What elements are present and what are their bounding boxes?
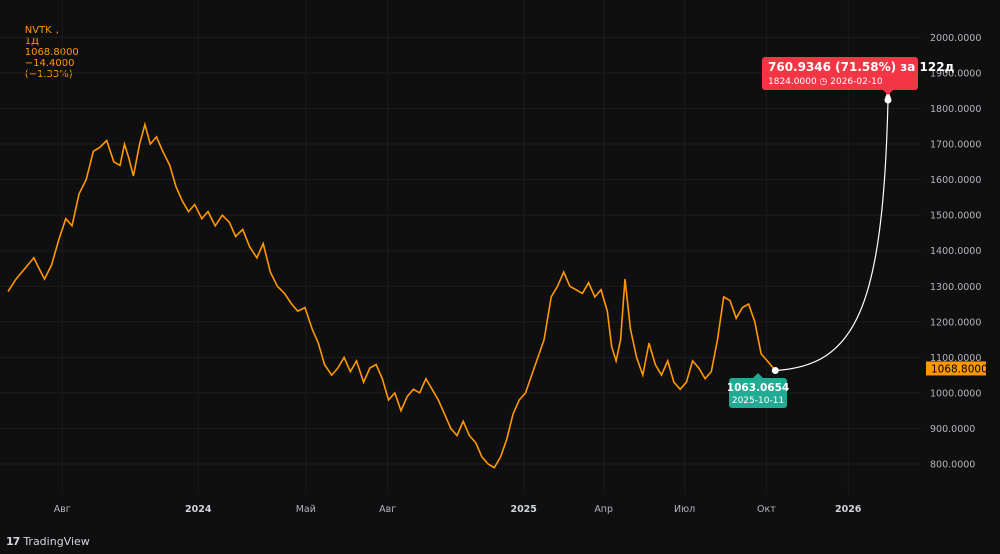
- target-sub-label: 1824.0000 ◷ 2026-02-10: [768, 77, 883, 87]
- x-tick-label: Авг: [379, 504, 396, 515]
- x-tick-label: Июл: [674, 504, 695, 515]
- x-tick-label: Апр: [594, 504, 613, 515]
- start-price-label: 1063.0654: [727, 382, 789, 394]
- x-axis[interactable]: Авг 2024 Май Авг 2025 Апр Июл Окт 2026: [54, 504, 862, 515]
- x-tick-label: Авг: [54, 504, 71, 515]
- y-tick-label: 800.0000: [930, 460, 975, 471]
- target-label: 760.9346 (71.58%) за 122д: [768, 60, 955, 74]
- x-tick-label: 2024: [185, 504, 212, 515]
- projection-start-point[interactable]: [771, 366, 779, 374]
- y-tick-label: 1400.0000: [930, 246, 981, 257]
- chart-stage: NVTK, 1Д 1068.8000 −14.4000 (−1.33%) 800…: [0, 0, 1000, 554]
- tradingview-brand[interactable]: 17 TradingView: [6, 535, 90, 548]
- y-tick-label: 1700.0000: [930, 140, 981, 151]
- x-tick-label: Май: [296, 504, 316, 515]
- y-tick-label: 900.0000: [930, 424, 975, 435]
- price-line: [7, 121, 776, 469]
- current-price-tag-label: 1068.8000: [931, 363, 988, 375]
- y-tick-label: 1300.0000: [930, 282, 981, 293]
- projection-line: [775, 99, 889, 372]
- brand-name: TradingView: [23, 535, 90, 548]
- y-tick-label: 1800.0000: [930, 104, 981, 115]
- x-tick-label: Окт: [757, 504, 776, 515]
- tradingview-logo-icon: 17: [6, 535, 20, 548]
- x-tick-label: 2026: [835, 504, 862, 515]
- price-chart[interactable]: 800.0000900.00001000.00001100.00001200.0…: [0, 0, 1000, 554]
- y-tick-label: 1000.0000: [930, 388, 981, 399]
- y-tick-label: 1600.0000: [930, 175, 981, 186]
- x-tick-label: 2025: [510, 504, 536, 515]
- y-tick-label: 1500.0000: [930, 211, 981, 222]
- start-date-label: 2025-10-11: [732, 396, 784, 406]
- start-badge: 1063.0654 2025-10-11: [727, 373, 789, 408]
- current-price-tag: 1068.8000: [926, 361, 988, 376]
- y-axis[interactable]: 800.0000900.00001000.00001100.00001200.0…: [930, 33, 981, 471]
- target-badge: 760.9346 (71.58%) за 122д 1824.0000 ◷ 20…: [762, 57, 955, 95]
- y-tick-label: 1200.0000: [930, 317, 981, 328]
- y-tick-label: 2000.0000: [930, 33, 981, 44]
